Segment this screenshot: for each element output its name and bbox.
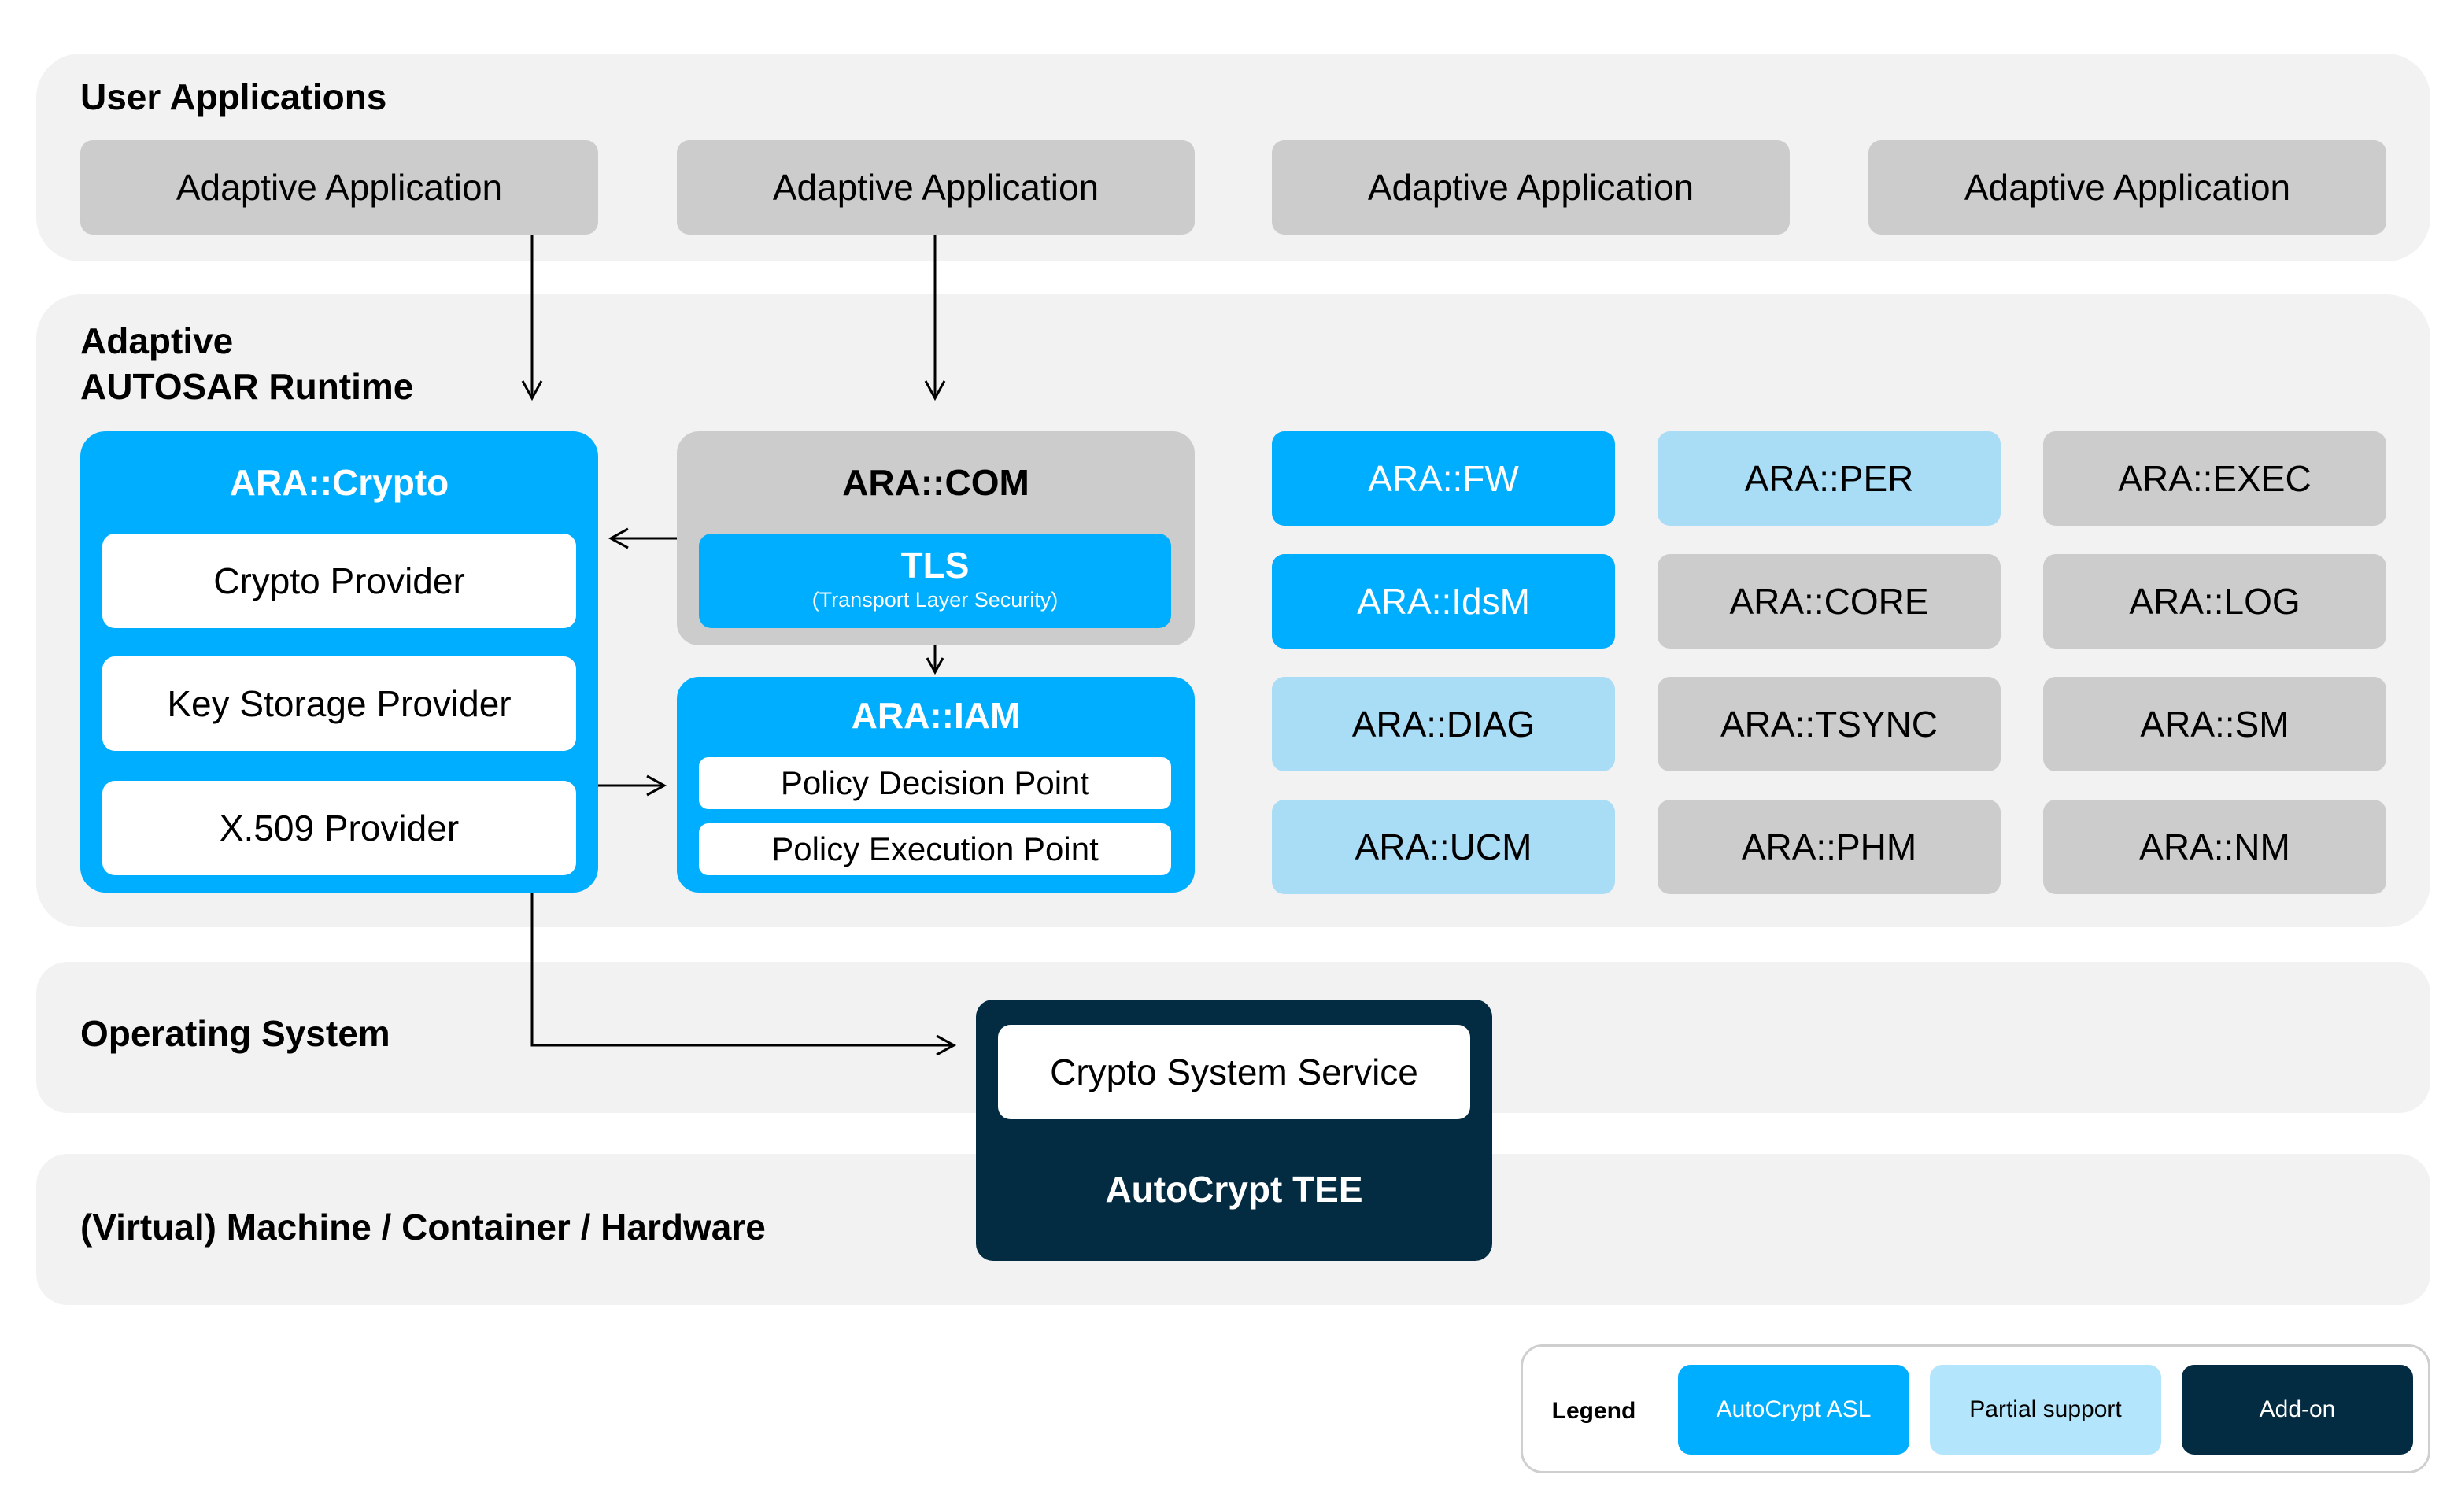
module-tsync[interactable]: ARA::TSYNC: [1658, 677, 2001, 771]
adaptive-application-4[interactable]: Adaptive Application: [1868, 140, 2386, 235]
module-idsm[interactable]: ARA::IdsM: [1272, 554, 1615, 649]
legend-item-autocrypt-asl: AutoCrypt ASL: [1678, 1365, 1909, 1455]
module-ucm[interactable]: ARA::UCM: [1272, 800, 1615, 894]
autocrypt-tee-title: AutoCrypt TEE: [1105, 1169, 1363, 1210]
module-sm[interactable]: ARA::SM: [2043, 677, 2386, 771]
ara-crypto-title: ARA::Crypto: [229, 462, 449, 503]
layer-title-runtime-line2: AUTOSAR Runtime: [80, 366, 414, 407]
layer-title-operating-system: Operating System: [80, 1013, 390, 1054]
adaptive-application-3[interactable]: Adaptive Application: [1272, 140, 1790, 235]
adaptive-application-2[interactable]: Adaptive Application: [677, 140, 1195, 235]
ara-iam-title: ARA::IAM: [851, 695, 1021, 736]
ara-com-title: ARA::COM: [842, 462, 1029, 503]
module-core[interactable]: ARA::CORE: [1658, 554, 2001, 649]
legend-title: Legend: [1551, 1398, 1636, 1424]
module-log[interactable]: ARA::LOG: [2043, 554, 2386, 649]
crypto-provider[interactable]: Crypto Provider: [102, 534, 576, 628]
legend-item-add-on: Add-on: [2182, 1365, 2413, 1455]
layer-title-runtime-line1: Adaptive: [80, 320, 234, 361]
x509-provider[interactable]: X.509 Provider: [102, 781, 576, 875]
module-nm[interactable]: ARA::NM: [2043, 800, 2386, 894]
key-storage-provider[interactable]: Key Storage Provider: [102, 656, 576, 751]
adaptive-application-1[interactable]: Adaptive Application: [80, 140, 598, 235]
module-phm[interactable]: ARA::PHM: [1658, 800, 2001, 894]
policy-execution-point[interactable]: Policy Execution Point: [699, 823, 1171, 875]
policy-decision-point[interactable]: Policy Decision Point: [699, 757, 1171, 809]
layer-title-user-applications: User Applications: [80, 76, 387, 117]
legend-item-partial-support: Partial support: [1930, 1365, 2161, 1455]
module-fw[interactable]: ARA::FW: [1272, 431, 1615, 526]
tls-title: TLS: [900, 545, 970, 586]
crypto-system-service[interactable]: Crypto System Service: [998, 1025, 1470, 1119]
module-per[interactable]: ARA::PER: [1658, 431, 2001, 526]
module-exec[interactable]: ARA::EXEC: [2043, 431, 2386, 526]
module-diag[interactable]: ARA::DIAG: [1272, 677, 1615, 771]
tls-subtitle: (Transport Layer Security): [811, 587, 1059, 612]
layer-title-machine: (Virtual) Machine / Container / Hardware: [80, 1207, 766, 1248]
